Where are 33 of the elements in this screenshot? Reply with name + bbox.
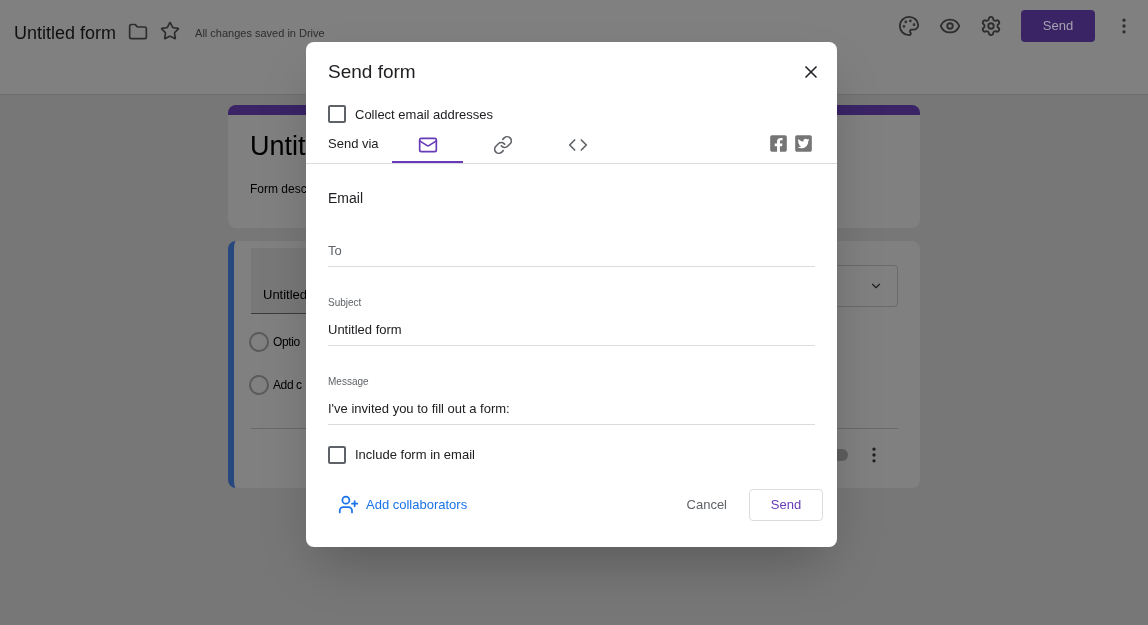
radio-button[interactable]	[249, 375, 269, 395]
send-via-label: Send via	[328, 134, 380, 153]
collect-email-label: Collect email addresses	[355, 105, 493, 124]
twitter-icon[interactable]	[794, 134, 813, 153]
cancel-button[interactable]: Cancel	[678, 488, 735, 521]
mail-icon	[417, 135, 438, 155]
form-title: Untitled form	[14, 22, 117, 45]
folder-icon[interactable]	[128, 22, 149, 42]
link-icon	[492, 135, 513, 155]
add-person-icon	[338, 494, 359, 515]
form-description: Form desc	[250, 181, 307, 198]
send-button[interactable]: Send	[749, 488, 823, 521]
send-button[interactable]: Send	[1021, 10, 1095, 42]
settings-icon[interactable]	[980, 15, 1002, 37]
radio-button[interactable]	[249, 332, 269, 352]
text-field[interactable]: Untitled form	[328, 319, 815, 346]
save-status: All changes saved in Drive	[195, 26, 325, 41]
collect-email-checkbox[interactable]	[328, 105, 346, 124]
dialog-title: Send form	[328, 60, 416, 84]
facebook-icon[interactable]	[769, 134, 788, 153]
option-label[interactable]: Optio	[273, 333, 300, 351]
include-form-label: Include form in email	[355, 446, 475, 464]
palette-icon[interactable]	[898, 15, 920, 37]
form-title-heading: Untit	[250, 133, 306, 160]
star-icon[interactable]	[160, 21, 181, 41]
option-label[interactable]: Add c	[273, 376, 302, 394]
section-title: Email	[327, 189, 364, 208]
include-form-checkbox[interactable]	[328, 445, 346, 464]
to-field[interactable]: To	[328, 240, 815, 267]
text-field[interactable]: I've invited you to fill out a form:	[328, 398, 815, 425]
field-label: Message	[328, 375, 370, 389]
field-label: Subject	[328, 296, 363, 310]
add-collaborators-button[interactable]: Add collaborators	[320, 486, 486, 523]
